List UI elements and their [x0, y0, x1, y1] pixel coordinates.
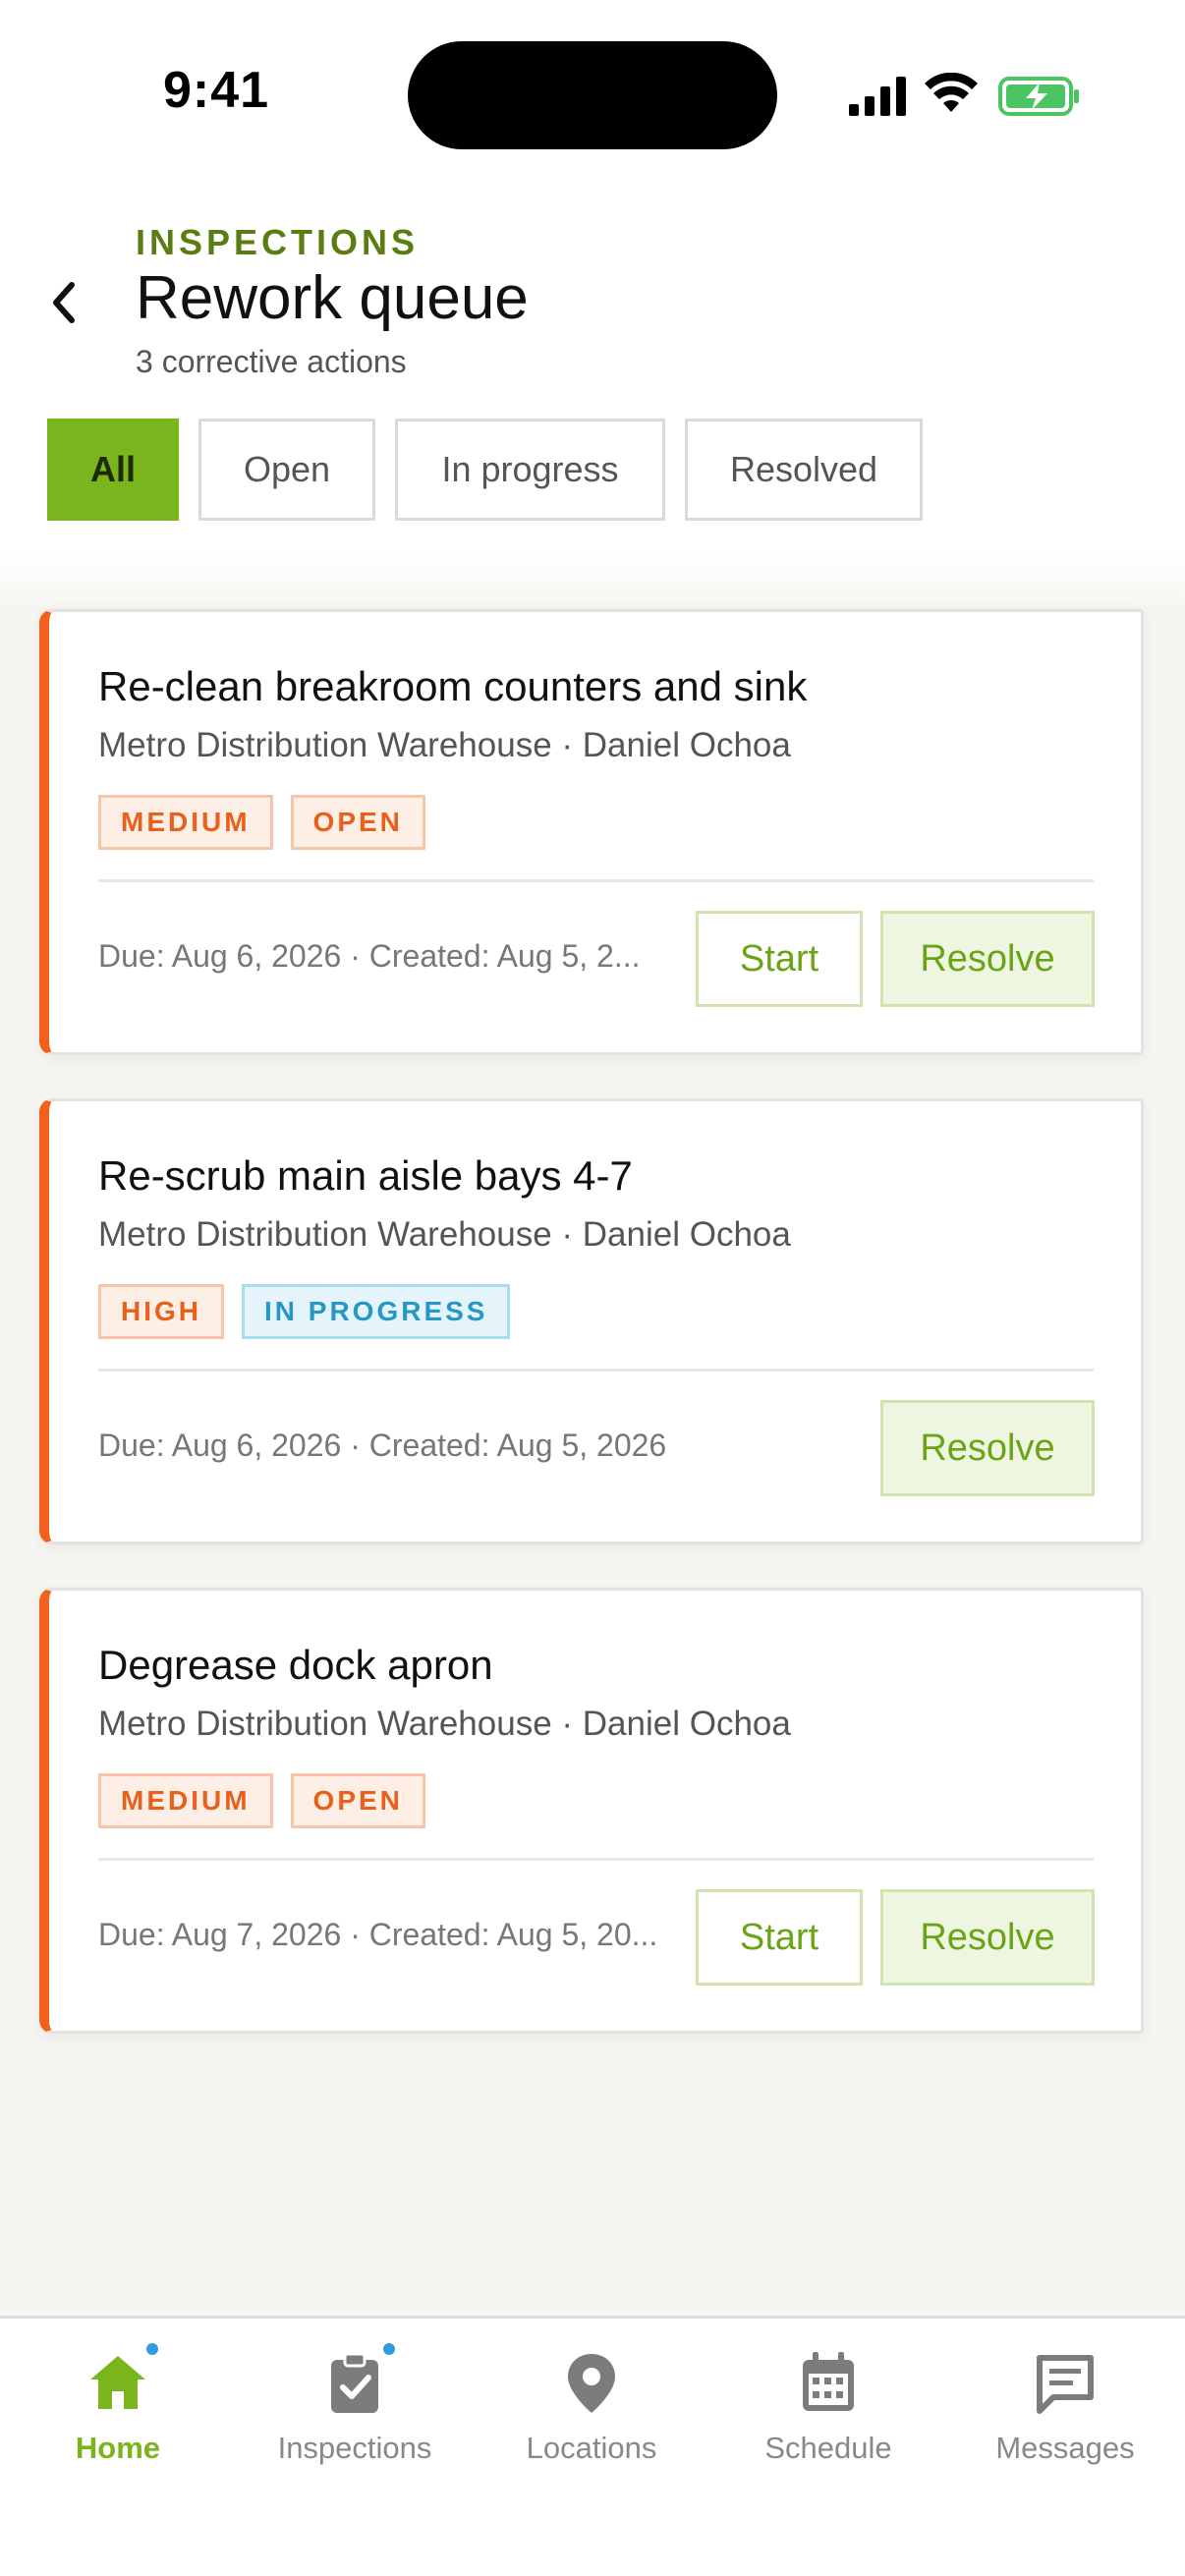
nav-label: Inspections: [277, 2431, 432, 2465]
nav-label: Locations: [526, 2431, 657, 2465]
rework-card[interactable]: Re-clean breakroom counters and sink Met…: [39, 609, 1144, 1055]
resolve-button[interactable]: Resolve: [880, 1400, 1095, 1496]
filter-resolved[interactable]: Resolved: [685, 419, 923, 521]
cellular-signal-icon: [849, 77, 906, 116]
battery-charging-icon: [998, 77, 1079, 116]
page-title: Rework queue: [136, 264, 529, 332]
card-dates: Due: Aug 6, 2026 · Created: Aug 5, 2026: [98, 1428, 667, 1463]
status-badge: IN PROGRESS: [242, 1284, 511, 1339]
filter-chips: All Open In progress Resolved: [47, 419, 923, 521]
home-icon: [90, 2356, 145, 2409]
nav-label: Messages: [995, 2431, 1135, 2465]
calendar-icon: [803, 2352, 854, 2411]
card-dates: Due: Aug 7, 2026 · Created: Aug 5, 20...: [98, 1917, 658, 1952]
filter-all[interactable]: All: [47, 419, 179, 521]
nav-inspections[interactable]: Inspections: [237, 2340, 473, 2466]
start-button[interactable]: Start: [696, 911, 863, 1007]
priority-badge: HIGH: [98, 1284, 224, 1339]
nav-schedule[interactable]: Schedule: [710, 2348, 946, 2466]
section-eyebrow: INSPECTIONS: [136, 222, 420, 262]
dynamic-island: [408, 41, 777, 149]
card-subtitle: Metro Distribution Warehouse · Daniel Oc…: [98, 1705, 791, 1743]
status-badge: OPEN: [290, 795, 425, 850]
header-fade: [0, 550, 1185, 609]
notification-dot: [380, 2340, 398, 2358]
filter-open[interactable]: Open: [198, 419, 375, 521]
nav-label: Schedule: [764, 2431, 892, 2465]
card-title: Re-scrub main aisle bays 4-7: [98, 1152, 633, 1199]
priority-badge: MEDIUM: [98, 795, 273, 850]
card-title: Re-clean breakroom counters and sink: [98, 663, 808, 709]
rework-card[interactable]: Re-scrub main aisle bays 4-7 Metro Distr…: [39, 1098, 1144, 1544]
nav-locations[interactable]: Locations: [474, 2348, 709, 2466]
chevron-left-icon: [53, 282, 75, 323]
nav-home[interactable]: Home: [0, 2340, 236, 2466]
message-icon: [1037, 2355, 1094, 2414]
map-pin-icon: [568, 2354, 615, 2413]
rework-card[interactable]: Degrease dock apron Metro Distribution W…: [39, 1588, 1144, 2034]
resolve-button[interactable]: Resolve: [880, 1889, 1095, 1986]
resolve-button[interactable]: Resolve: [880, 911, 1095, 1007]
card-dates: Due: Aug 6, 2026 · Created: Aug 5, 2...: [98, 938, 641, 974]
card-divider: [98, 1858, 1094, 1861]
wifi-icon: [925, 73, 978, 112]
clipboard-check-icon: [331, 2352, 378, 2413]
status-badge: OPEN: [290, 1773, 425, 1828]
card-divider: [98, 1369, 1094, 1372]
back-button[interactable]: [35, 267, 90, 338]
nav-messages[interactable]: Messages: [947, 2348, 1183, 2466]
nav-label: Home: [75, 2431, 161, 2465]
notification-dot: [143, 2340, 161, 2358]
page-subtitle: 3 corrective actions: [136, 344, 407, 379]
bottom-nav: Home Inspections Locations Schedule Mess…: [0, 2316, 1185, 2576]
card-subtitle: Metro Distribution Warehouse · Daniel Oc…: [98, 1215, 791, 1254]
start-button[interactable]: Start: [696, 1889, 863, 1986]
status-time: 9:41: [163, 62, 270, 119]
card-subtitle: Metro Distribution Warehouse · Daniel Oc…: [98, 726, 791, 764]
filter-in-progress[interactable]: In progress: [395, 419, 665, 521]
priority-badge: MEDIUM: [98, 1773, 273, 1828]
card-divider: [98, 879, 1094, 882]
card-title: Degrease dock apron: [98, 1642, 493, 1688]
